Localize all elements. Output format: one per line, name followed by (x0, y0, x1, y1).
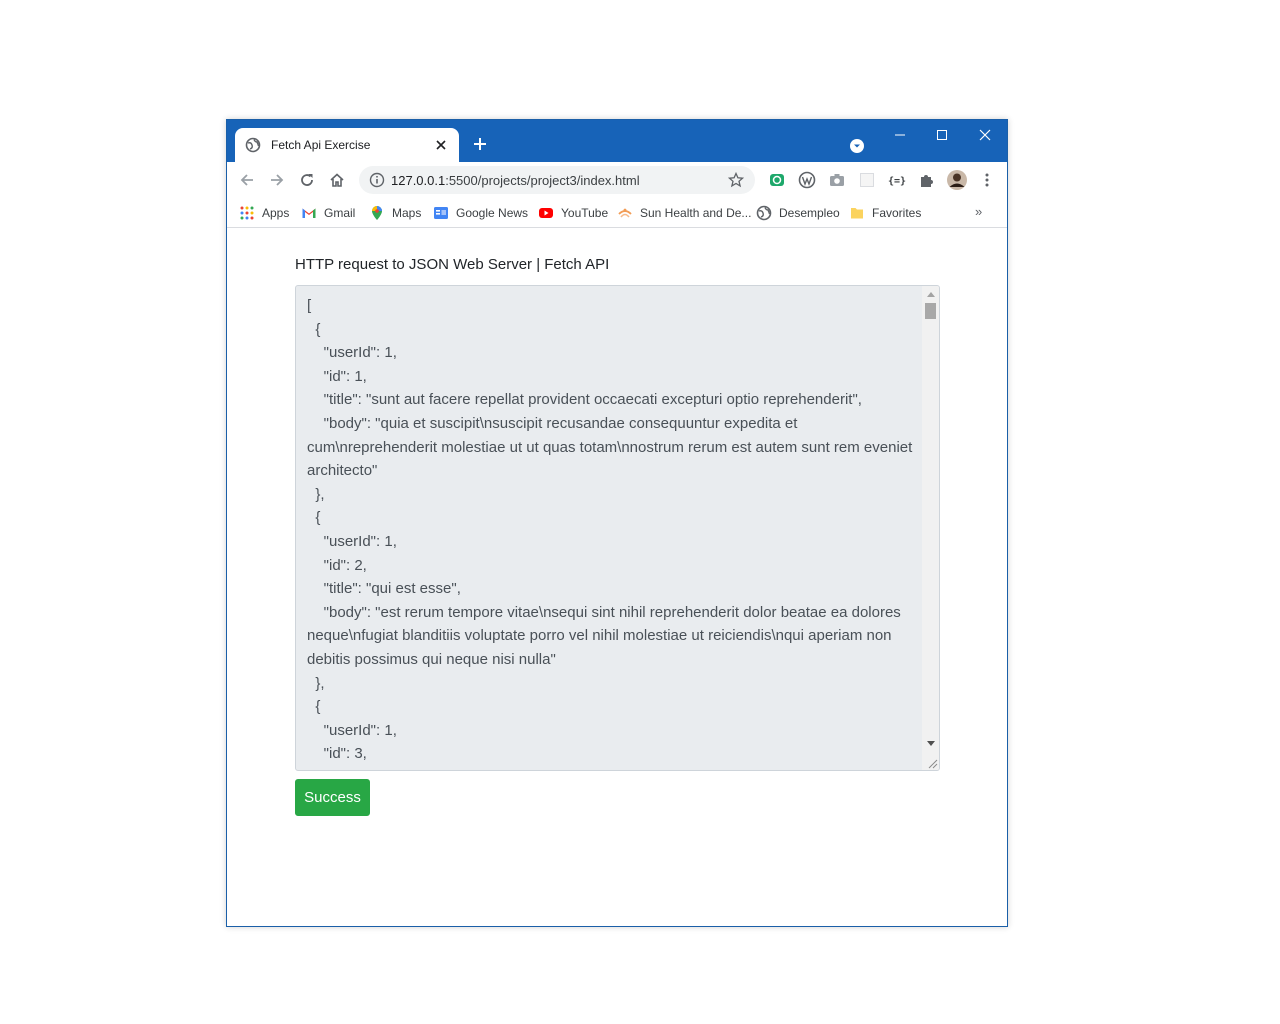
resize-handle-icon[interactable] (922, 756, 939, 770)
camera-icon[interactable] (827, 170, 847, 190)
maximize-button[interactable] (925, 124, 959, 146)
profile-avatar[interactable] (946, 169, 968, 191)
apps-grid-icon (239, 205, 255, 221)
url-path: :5500/projects/project3/index.html (445, 172, 640, 188)
bookmark-label: Sun Health and De... (640, 206, 752, 220)
success-button[interactable]: Success (295, 779, 370, 816)
close-icon[interactable] (433, 137, 449, 153)
globe-icon (756, 205, 772, 221)
scroll-up-arrow-icon[interactable] (922, 286, 939, 302)
bookmarks-bar: Apps Gmail Maps Google News YouTube Sun … (227, 198, 1007, 228)
active-tab[interactable]: Fetch Api Exercise (235, 128, 459, 162)
extensions-puzzle-icon[interactable] (917, 170, 937, 190)
bookmark-label: Apps (262, 206, 290, 220)
bookmarks-overflow-icon[interactable]: » (975, 204, 982, 219)
page-content: HTTP request to JSON Web Server | Fetch … (227, 229, 1007, 926)
browser-window: Fetch Api Exercise 127.0.0.1:5500/projec… (226, 119, 1008, 927)
bookmark-youtube[interactable]: YouTube (538, 204, 608, 222)
scroll-down-arrow-icon[interactable] (922, 736, 939, 752)
minimize-button[interactable] (883, 124, 917, 146)
bookmark-star-icon[interactable] (727, 171, 745, 189)
globe-icon (245, 137, 261, 153)
page-title: HTTP request to JSON Web Server | Fetch … (295, 256, 610, 273)
reload-icon[interactable] (295, 168, 319, 192)
new-tab-button[interactable] (469, 133, 491, 155)
bookmark-label: Gmail (324, 206, 356, 220)
bookmark-apps[interactable]: Apps (239, 204, 289, 222)
bookmark-favorites-folder[interactable]: Favorites (849, 204, 921, 222)
site-info-icon[interactable] (369, 172, 385, 188)
json-output-textarea[interactable]: [ { "userId": 1, "id": 1, "title": "sunt… (295, 285, 940, 771)
bookmark-sun-health[interactable]: Sun Health and De... (617, 204, 751, 222)
bookmark-label: Google News (456, 206, 529, 220)
bookmark-google-news[interactable]: Google News (433, 204, 528, 222)
bookmark-label: Favorites (872, 206, 922, 220)
home-icon[interactable] (325, 168, 349, 192)
json-output-text: [ { "userId": 1, "id": 1, "title": "sunt… (307, 297, 913, 763)
google-news-icon (433, 205, 449, 221)
bookmark-label: Maps (392, 206, 422, 220)
bookmark-gmail[interactable]: Gmail (301, 204, 355, 222)
tab-title: Fetch Api Exercise (271, 138, 371, 152)
tab-search-icon[interactable] (849, 138, 865, 154)
url-host: 127.0.0.1 (391, 172, 446, 188)
folder-icon (849, 205, 865, 221)
sun-health-icon (617, 205, 633, 221)
bookmark-desempleo[interactable]: Desempleo (756, 204, 840, 222)
back-icon[interactable] (235, 168, 259, 192)
bookmark-label: Desempleo (779, 206, 840, 220)
scrollbar-thumb[interactable] (925, 303, 936, 319)
browser-toolbar: 127.0.0.1:5500/projects/project3/index.h… (227, 162, 1007, 198)
blank-extension-icon[interactable] (857, 170, 877, 190)
wordpress-icon[interactable] (797, 170, 817, 190)
svg-text:{=}: {=} (888, 176, 906, 187)
youtube-icon (538, 205, 554, 221)
more-menu-icon[interactable] (977, 170, 997, 190)
title-bar: Fetch Api Exercise (227, 120, 1007, 162)
url-text[interactable]: 127.0.0.1:5500/projects/project3/index.h… (391, 173, 727, 188)
gmail-icon (301, 205, 317, 221)
extension-translate-icon[interactable] (767, 170, 787, 190)
address-bar[interactable]: 127.0.0.1:5500/projects/project3/index.h… (359, 166, 755, 194)
window-close-button[interactable] (968, 124, 1002, 146)
bookmark-label: YouTube (561, 206, 609, 220)
vertical-scrollbar[interactable] (922, 286, 939, 770)
maps-pin-icon (369, 205, 385, 221)
bookmark-maps[interactable]: Maps (369, 204, 421, 222)
forward-icon[interactable] (265, 168, 289, 192)
json-formatter-icon[interactable]: {=} (887, 170, 907, 190)
